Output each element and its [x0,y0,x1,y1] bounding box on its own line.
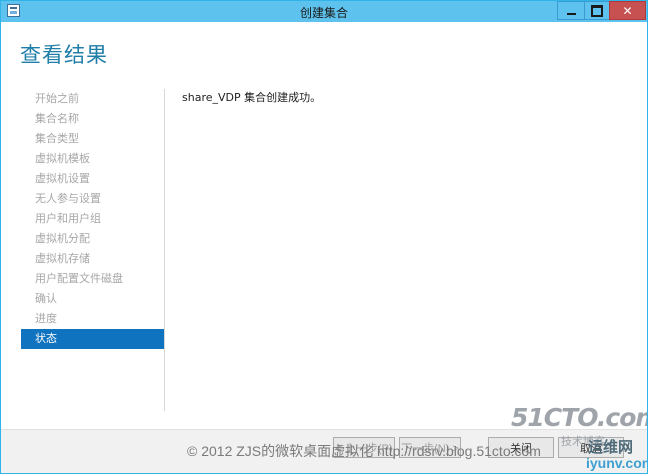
minimize-icon [566,13,576,15]
copyright-watermark: © 2012 ZJS的微软桌面虚拟化 http://rdsrv.blog.51c… [187,443,541,459]
wizard-nav: 开始之前 集合名称 集合类型 虚拟机模板 虚拟机设置 无人参与设置 用户和用户组… [21,89,164,349]
site-watermark: iyunv.com [586,455,648,471]
window-title: 创建集合 [299,6,348,20]
minimize-button[interactable] [557,1,584,20]
maximize-button[interactable] [584,1,609,20]
nav-item-vm-allocation[interactable]: 虚拟机分配 [21,229,164,249]
nav-item-vm-settings[interactable]: 虚拟机设置 [21,169,164,189]
nav-item-vm-template[interactable]: 虚拟机模板 [21,149,164,169]
maximize-icon [591,4,603,17]
result-message: share_VDP 集合创建成功。 [182,91,322,104]
nav-item-collection-name[interactable]: 集合名称 [21,109,164,129]
yunwei-watermark: 运维网 [588,438,634,456]
page-title: 查看结果 [20,43,108,67]
nav-item-user-profile-disks[interactable]: 用户配置文件磁盘 [21,269,164,289]
nav-divider [164,89,165,411]
nav-item-collection-type[interactable]: 集合类型 [21,129,164,149]
close-icon: ✕ [622,3,633,18]
brand-watermark: 51CTO.com [511,403,648,432]
nav-item-vm-storage[interactable]: 虚拟机存储 [21,249,164,269]
nav-item-confirmation[interactable]: 确认 [21,289,164,309]
title-bar[interactable]: 创建集合 ✕ [1,1,647,22]
nav-item-before-you-begin[interactable]: 开始之前 [21,89,164,109]
close-button[interactable]: ✕ [609,1,646,20]
nav-item-progress[interactable]: 进度 [21,309,164,329]
nav-item-status[interactable]: 状态 [21,329,164,349]
nav-item-unattended-settings[interactable]: 无人参与设置 [21,189,164,209]
create-collection-window: 创建集合 ✕ 查看结果 开始之前 集合名称 集合类型 虚拟机模板 虚拟机设置 无… [0,0,648,474]
nav-item-users-groups[interactable]: 用户和用户组 [21,209,164,229]
